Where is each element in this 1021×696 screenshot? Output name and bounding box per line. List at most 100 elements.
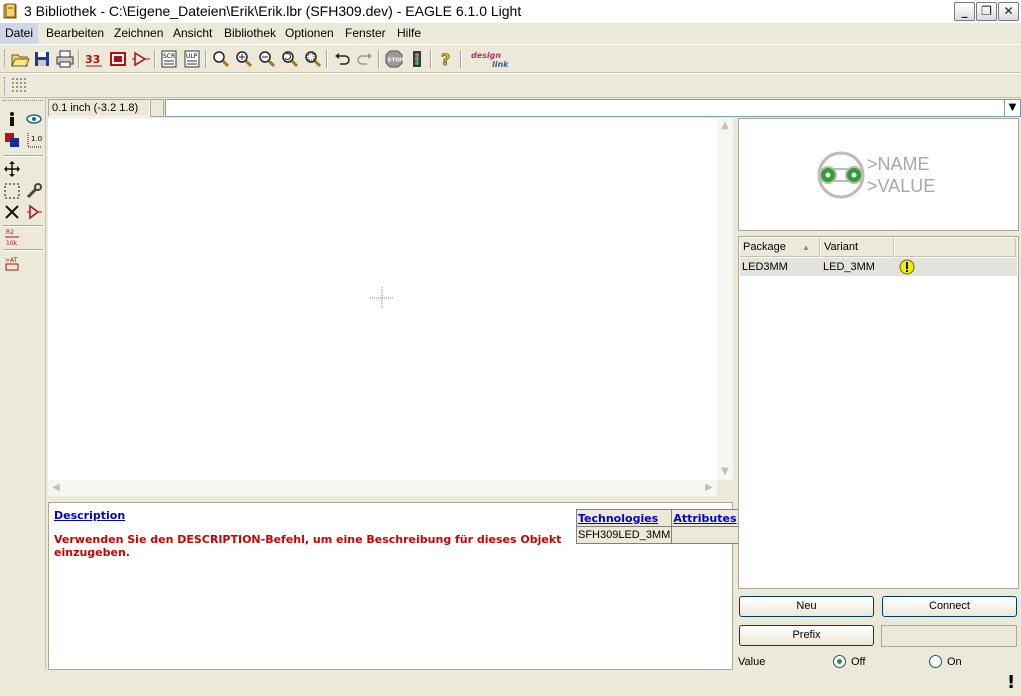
origin-cross-icon [370, 287, 393, 309]
connect-button[interactable]: Connect [882, 596, 1017, 617]
menu-bibliothek[interactable]: Bibliothek [219, 23, 281, 44]
warning-icon [897, 259, 915, 277]
grid-icon[interactable] [10, 76, 30, 96]
display-layers-icon[interactable] [3, 131, 21, 149]
group-icon[interactable] [3, 182, 21, 200]
undo-icon[interactable] [332, 49, 352, 69]
menu-datei[interactable]: Datei [0, 23, 39, 44]
restore-button[interactable]: ❐ [976, 2, 997, 21]
menu-fenster[interactable]: Fenster [340, 23, 391, 44]
scroll-right-icon[interactable]: ▶ [701, 480, 717, 496]
ulp-icon[interactable]: ULP [182, 49, 202, 69]
led-package-icon [817, 151, 865, 199]
status-indicator[interactable]: ! [1007, 672, 1015, 693]
save-icon[interactable] [32, 49, 52, 69]
zoom-out-icon[interactable] [257, 49, 277, 69]
package-cell: LED3MM [742, 261, 788, 273]
menu-hilfe[interactable]: Hilfe [392, 23, 426, 44]
description-text: Verwenden Sie den DESCRIPTION-Befehl, um… [54, 533, 562, 559]
board-icon[interactable] [108, 49, 128, 69]
column-status[interactable] [894, 238, 1016, 257]
canvas-vertical-scrollbar[interactable]: ▲ ▼ [717, 118, 733, 480]
minimize-button[interactable]: _ [954, 2, 975, 21]
zoom-fit-icon[interactable] [211, 49, 231, 69]
value-off-label: Off [851, 656, 866, 668]
title-bar: 3 Bibliothek - C:\Eigene_Dateien\Erik\Er… [0, 0, 1021, 23]
value-on-radio[interactable] [929, 655, 942, 668]
secondary-toolbar [0, 73, 1021, 98]
radio-selected-dot [837, 659, 842, 664]
column-variant[interactable]: Variant [820, 238, 894, 257]
open-icon[interactable] [10, 49, 30, 69]
stop-icon[interactable]: STOP [384, 49, 404, 69]
command-line-input[interactable] [165, 99, 1005, 117]
zoom-in-icon[interactable] [234, 49, 254, 69]
close-button[interactable]: ✕ [998, 2, 1019, 21]
layer-label-bottom: 10k [6, 240, 18, 247]
technologies-link[interactable]: Technologies [575, 509, 673, 527]
prefix-button[interactable]: Prefix [739, 625, 874, 646]
package-variant-list: Package ▲ Variant LED3MM LED_3MM [738, 236, 1019, 589]
preview-name-label: >NAME [867, 154, 930, 174]
svg-text:>AT: >AT [5, 257, 18, 264]
design-link-icon[interactable]: design link [470, 49, 516, 69]
mark-icon[interactable]: 1.0° [25, 131, 46, 149]
value-label: Value [738, 656, 766, 668]
schematic-icon[interactable]: 33 [84, 49, 104, 69]
svg-text:SCR: SCR [163, 53, 175, 60]
scroll-left-icon[interactable]: ◀ [48, 480, 64, 496]
svg-text:link: link [492, 60, 509, 69]
print-icon[interactable] [55, 49, 75, 69]
attributes-link[interactable]: Attributes [671, 509, 739, 527]
delete-icon[interactable] [3, 203, 21, 221]
drawing-canvas[interactable] [48, 118, 717, 480]
canvas-horizontal-scrollbar[interactable]: ◀ ▶ [48, 480, 717, 496]
redo-icon[interactable] [355, 49, 375, 69]
table-row[interactable]: SFH309LED_3MM [575, 526, 739, 544]
command-line-handle [150, 99, 164, 117]
menu-zeichnen[interactable]: Zeichnen [109, 23, 168, 44]
show-icon[interactable] [25, 110, 43, 128]
menu-ansicht[interactable]: Ansicht [168, 23, 217, 44]
prefix-field [881, 625, 1017, 647]
description-link[interactable]: Description [54, 509, 125, 522]
menu-optionen[interactable]: Optionen [280, 23, 339, 44]
svg-text:?: ? [441, 50, 450, 69]
scroll-down-icon[interactable]: ▼ [717, 464, 733, 480]
layer-label-top: R2 [6, 229, 14, 236]
help-icon[interactable]: ? [436, 49, 456, 70]
variant-cell: LED_3MM [823, 261, 875, 273]
command-history-dropdown[interactable]: ▼ [1004, 99, 1021, 117]
svg-text:ULP: ULP [186, 53, 198, 60]
scroll-up-icon[interactable]: ▲ [717, 118, 733, 134]
menu-bar: Datei Bearbeiten Zeichnen Ansicht Biblio… [0, 23, 1021, 44]
technology-cell[interactable]: SFH309LED_3MM [575, 526, 673, 544]
column-package-label: Package [743, 241, 786, 253]
column-package[interactable]: Package ▲ [740, 238, 820, 257]
move-icon[interactable] [3, 160, 21, 178]
list-item[interactable]: LED3MM LED_3MM [740, 258, 1017, 276]
attribute-cell[interactable] [671, 526, 739, 544]
zoom-redraw-icon[interactable] [280, 49, 300, 69]
app-icon [2, 3, 18, 19]
coordinate-display: 0.1 inch (-3.2 1.8) [48, 99, 150, 117]
window-title: 3 Bibliothek - C:\Eigene_Dateien\Erik\Er… [24, 3, 522, 19]
attribute-icon[interactable]: >AT [3, 254, 21, 272]
go-icon[interactable] [407, 49, 427, 69]
new-button[interactable]: Neu [739, 596, 874, 617]
add-icon[interactable] [25, 203, 43, 221]
zoom-select-icon[interactable] [303, 49, 323, 69]
main-toolbar: 33 SCR ULP STOP ? design link [0, 44, 1021, 73]
command-palette: 1.0° R2 10k >AT [0, 98, 46, 670]
value-off-radio[interactable] [833, 655, 846, 668]
svg-text:33: 33 [85, 53, 100, 66]
device-icon[interactable] [131, 49, 151, 69]
description-panel: Description Verwenden Sie den DESCRIPTIO… [48, 502, 739, 670]
value-on-label: On [947, 656, 962, 668]
script-icon[interactable]: SCR [159, 49, 179, 69]
change-icon[interactable] [25, 182, 43, 200]
menu-bearbeiten[interactable]: Bearbeiten [41, 23, 109, 44]
list-header: Package ▲ Variant [740, 238, 1017, 257]
name-value-icon[interactable]: R2 10k [3, 227, 21, 247]
info-icon[interactable] [3, 110, 21, 128]
